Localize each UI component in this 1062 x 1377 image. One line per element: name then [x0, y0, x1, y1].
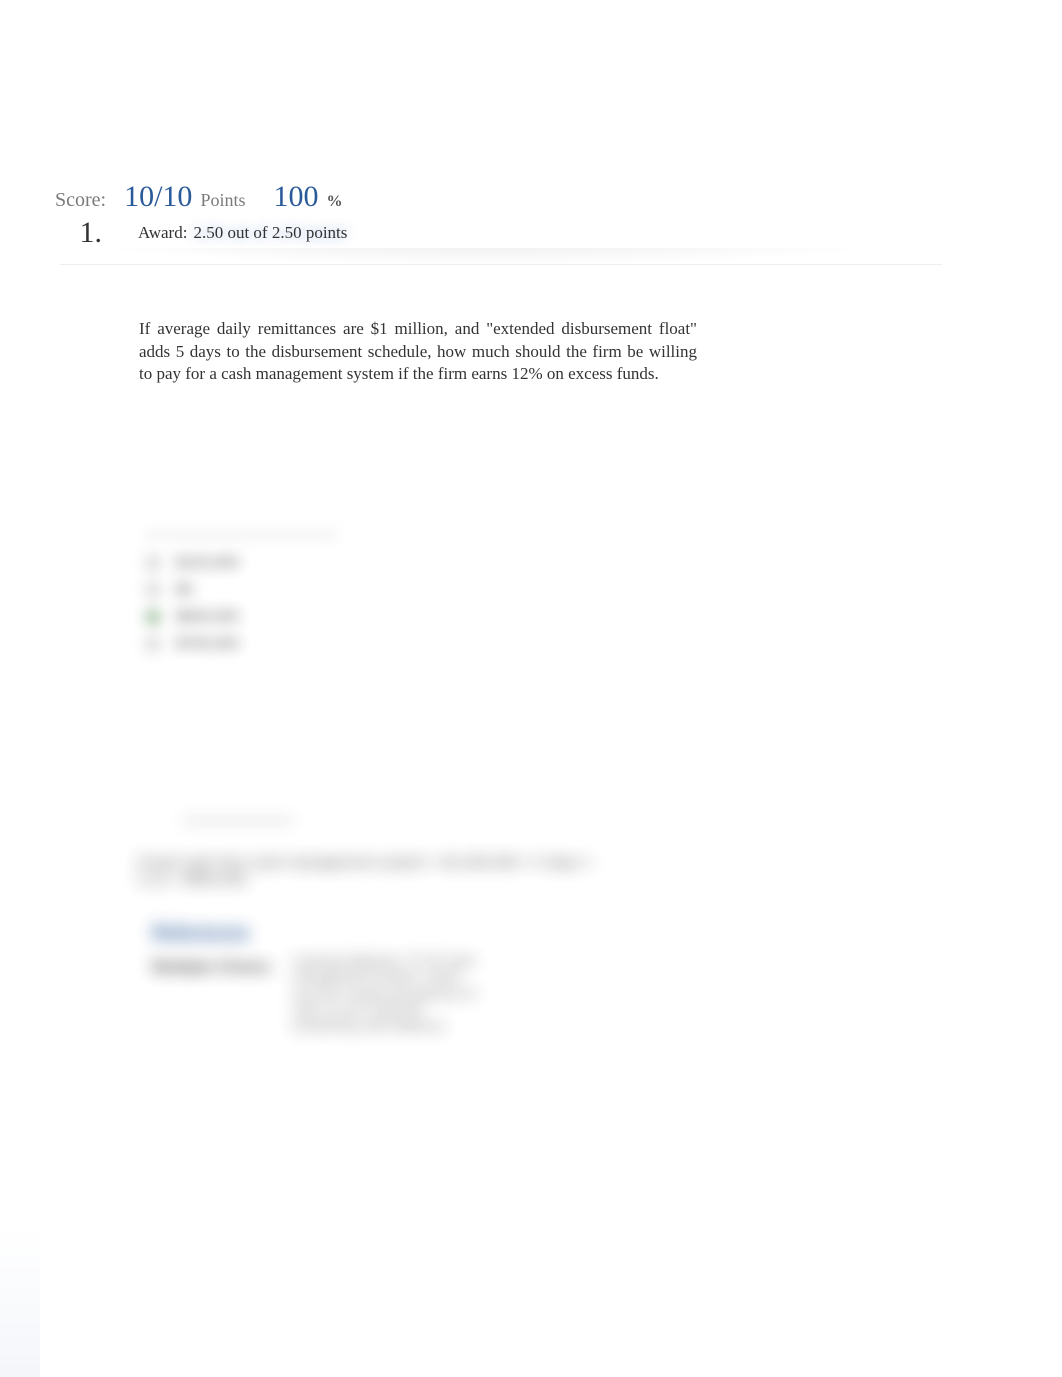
question-type-label: Multiple Choice — [152, 959, 292, 977]
score-percent: 100 — [273, 180, 318, 214]
option-label: $600,000 — [176, 608, 239, 625]
radio-icon[interactable] — [146, 637, 160, 651]
question-number: 1. — [60, 216, 120, 250]
question-header-row: 1. Award: 2.50 out of 2.50 points — [60, 212, 942, 265]
options-heading-line — [146, 534, 336, 536]
option-c[interactable]: $600,000 — [146, 608, 406, 625]
radio-icon[interactable] — [146, 610, 160, 624]
option-a[interactable]: $120,000 — [146, 554, 406, 571]
radio-icon[interactable] — [146, 583, 160, 597]
option-d[interactable]: $700,000 — [146, 635, 406, 652]
question-text: If average daily remittances are $1 mill… — [139, 318, 697, 386]
score-summary: Score: 10/10 Points 100 % — [55, 180, 342, 214]
references-link[interactable]: References — [152, 922, 249, 943]
award-label: Award: — [138, 223, 187, 243]
option-label: $700,000 — [176, 635, 239, 652]
option-b[interactable]: $0 — [146, 581, 406, 598]
option-label: $120,000 — [176, 554, 239, 571]
answer-options-blurred: $120,000 $0 $600,000 $700,000 — [146, 534, 406, 662]
learning-objective-text: Learning Objective: 07-03 Cash managemen… — [292, 953, 482, 1034]
award-value: 2.50 out of 2.50 points — [193, 223, 347, 243]
score-label: Score: — [55, 189, 106, 212]
points-label: Points — [200, 190, 245, 211]
percent-symbol: % — [326, 193, 342, 211]
page-edge-gradient — [0, 1227, 40, 1377]
score-ratio: 10/10 — [124, 180, 192, 214]
explanation-formula: Freed cash from cash management system =… — [138, 854, 618, 888]
explanation-blurred: Freed cash from cash management system =… — [138, 820, 618, 1034]
radio-icon[interactable] — [146, 556, 160, 570]
option-label: $0 — [176, 581, 193, 598]
section-rule — [183, 820, 293, 822]
